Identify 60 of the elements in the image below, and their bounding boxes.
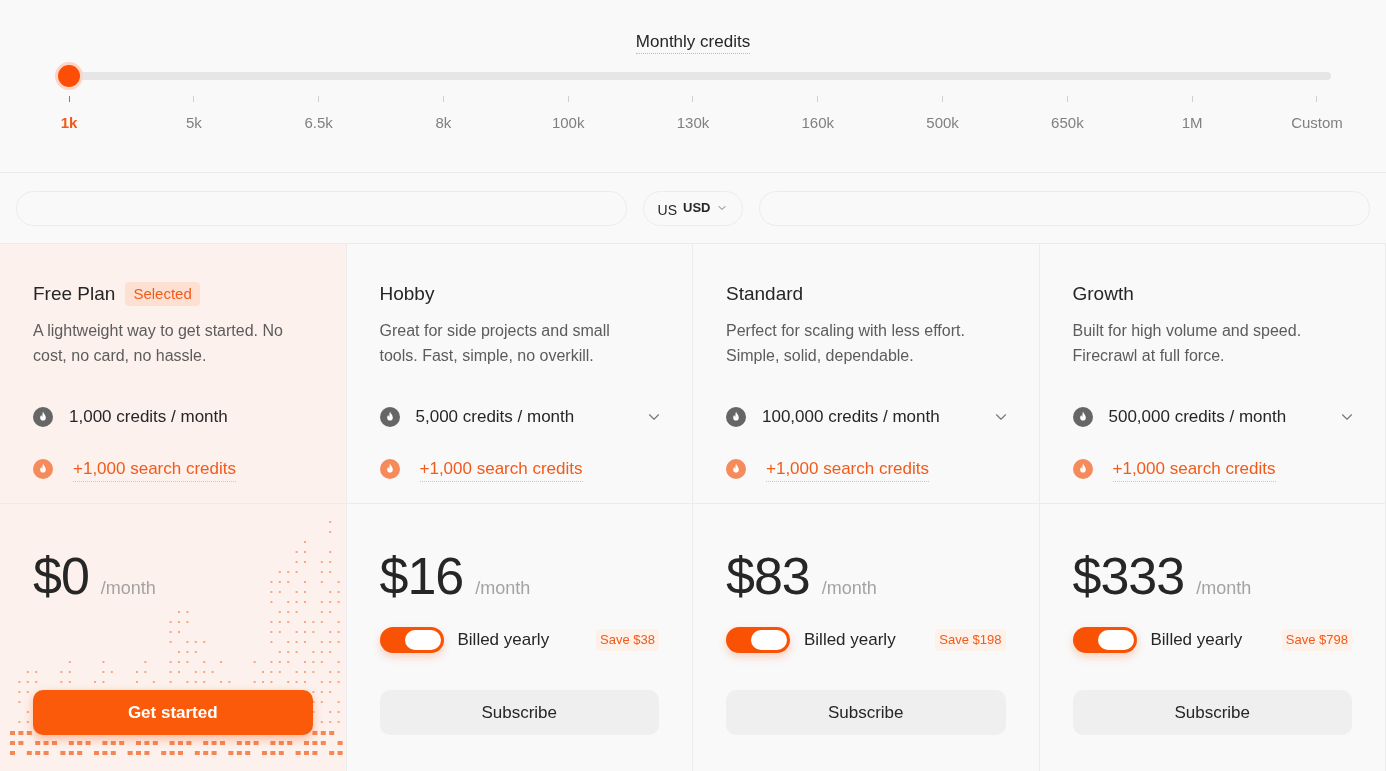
plan-name: Standard: [726, 281, 804, 306]
billing-label: Billed yearly: [1150, 629, 1243, 652]
selected-badge: Selected: [125, 281, 200, 307]
credits-select[interactable]: 500,000 credits / month: [1108, 404, 1356, 430]
slider-mark[interactable]: 100k: [551, 112, 585, 135]
credits-select[interactable]: 5,000 credits / month: [415, 404, 663, 430]
flame-icon: [726, 407, 746, 427]
search-credits-link[interactable]: +1,000 search credits: [73, 455, 236, 483]
slider-mark[interactable]: 8k: [435, 112, 452, 135]
slider-mark[interactable]: 130k: [676, 112, 710, 135]
get-started-button[interactable]: Get started: [33, 690, 313, 735]
plan-description: Perfect for scaling with less effort. Simple, solid, dependable.: [726, 321, 966, 366]
slider[interactable]: [55, 62, 1331, 90]
slider-mark[interactable]: 160k: [801, 112, 835, 135]
billing-toggle[interactable]: [379, 627, 444, 653]
subscribe-button[interactable]: Subscribe: [726, 690, 1006, 735]
subscribe-button[interactable]: Subscribe: [1072, 690, 1352, 735]
slider-mark[interactable]: 6.5k: [304, 112, 333, 135]
savings-badge: Save $38: [596, 629, 659, 651]
price-period: /month: [100, 577, 156, 600]
search-credits-link[interactable]: +1,000 search credits: [766, 455, 929, 483]
price: $16: [379, 548, 464, 604]
flame-icon: [726, 459, 746, 479]
search-credits-link[interactable]: +1,000 search credits: [1112, 455, 1276, 483]
savings-badge: Save $798: [1281, 629, 1352, 651]
slider-mark[interactable]: 1k: [60, 112, 78, 135]
plan-description: A lightweight way to get started. No cost, no card, no hassle.: [33, 321, 283, 366]
plan-name: Hobby: [379, 281, 435, 306]
flame-icon: [33, 459, 53, 479]
price-period: /month: [821, 577, 877, 600]
subscribe-button[interactable]: Subscribe: [379, 690, 659, 735]
slider-mark[interactable]: 1M: [1181, 112, 1203, 135]
credits-amount: 1,000 credits / month: [69, 406, 228, 429]
price: $83: [726, 548, 810, 604]
plan-name: Growth: [1072, 281, 1134, 306]
billing-toggle[interactable]: [1072, 627, 1137, 653]
flame-icon: [379, 459, 400, 479]
flame-icon: [33, 407, 53, 427]
slider-mark[interactable]: 5k: [185, 112, 202, 135]
price-period: /month: [475, 577, 531, 600]
price: $333: [1072, 548, 1185, 604]
billing-label: Billed yearly: [457, 629, 550, 652]
slider-mark[interactable]: 650k: [1051, 112, 1084, 135]
slider-mark[interactable]: Custom: [1291, 112, 1343, 135]
search-credits-link[interactable]: +1,000 search credits: [419, 455, 583, 483]
price: $0: [33, 548, 89, 604]
slider-title: Monthly credits: [635, 31, 751, 54]
plan-name: Free Plan: [33, 281, 116, 306]
flame-icon: [1072, 459, 1093, 479]
price-period: /month: [1196, 577, 1252, 600]
flame-icon: [379, 407, 400, 427]
savings-badge: Save $198: [935, 629, 1006, 651]
credits-select[interactable]: 100,000 credits / month: [762, 404, 1010, 430]
plan-description: Great for side projects and small tools. Fast, simple, no overkill.: [379, 321, 611, 366]
flame-icon: [1072, 407, 1093, 427]
billing-label: Billed yearly: [804, 629, 896, 652]
billing-toggle[interactable]: [726, 627, 790, 653]
slider-thumb[interactable]: [55, 62, 83, 90]
plan-description: Built for high volume and speed. Firecrawl at full force.: [1072, 321, 1303, 366]
slider-mark[interactable]: 500k: [926, 112, 959, 135]
